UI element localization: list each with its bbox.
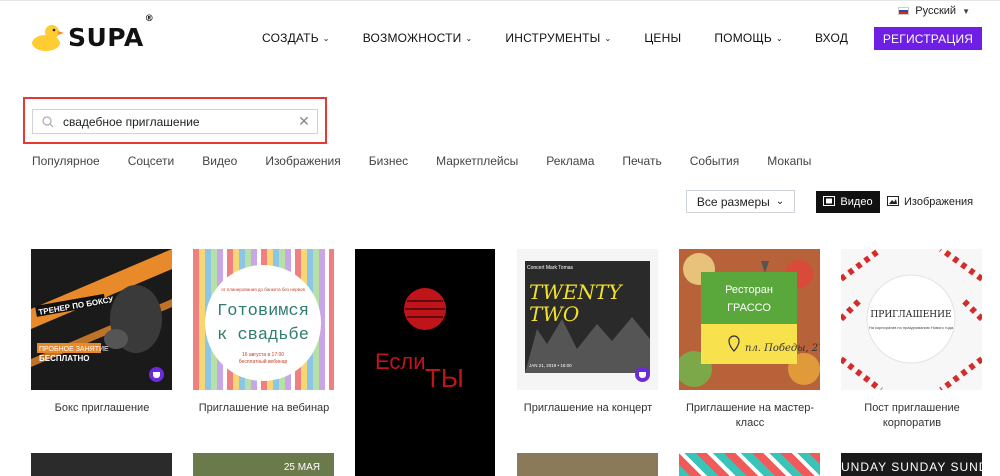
category-marketplaces[interactable]: Маркетплейсы xyxy=(436,154,518,168)
search-bar: ✕ xyxy=(32,109,318,134)
template-card-corporate[interactable]: ПРИГЛАШЕНИЕ На корпоратив по праздновани… xyxy=(841,249,982,390)
premium-badge-icon xyxy=(149,367,164,382)
webinar-date: 16 августа в 17:00 xyxy=(242,352,284,358)
concert-line1: TWENTY xyxy=(529,280,623,304)
film-icon xyxy=(823,195,836,209)
partial-card-text: 25 МАЯ xyxy=(283,462,320,473)
card-title[interactable]: Пост приглашение корпоратив xyxy=(837,401,987,431)
corporate-line2: На корпоратив по празднованию Нового год… xyxy=(869,325,954,330)
card-title[interactable]: Бокс приглашение xyxy=(27,401,177,416)
language-selector[interactable]: Русский ▼ xyxy=(898,5,970,17)
template-card-masterclass[interactable]: Ресторан ГРАССО пл. Победы, 27 xyxy=(679,249,820,390)
template-card-partial[interactable]: 25 МАЯ xyxy=(193,453,334,476)
chevron-down-icon: ⌄ xyxy=(322,33,330,43)
search-input[interactable] xyxy=(63,110,291,133)
corporate-line1: ПРИГЛАШЕНИЕ xyxy=(870,310,951,320)
webinar-line2: к свадьбе xyxy=(217,326,309,345)
boxing-line2: ПРОБНОЕ ЗАНЯТИЕ xyxy=(39,346,109,353)
video-filter-label: Видео xyxy=(840,196,873,208)
top-divider xyxy=(0,0,1000,1)
images-filter-button[interactable]: Изображения xyxy=(887,191,973,213)
restaurant-artwork: Ресторан ГРАССО пл. Победы, 27 xyxy=(679,249,820,390)
card-title[interactable]: Приглашение на мастер-класс xyxy=(675,401,825,431)
template-card-boxing[interactable]: ТРЕНЕР ПО БОКСУ ПРОБНОЕ ЗАНЯТИЕ БЕСПЛАТН… xyxy=(31,249,172,390)
category-social[interactable]: Соцсети xyxy=(128,154,175,168)
concert-line2: TWO xyxy=(529,302,579,326)
language-label: Русский xyxy=(915,5,957,17)
sizes-label: Все размеры xyxy=(696,194,770,209)
video-filter-button[interactable]: Видео xyxy=(816,191,880,213)
template-card-partial[interactable]: UNDAY SUNDAY SUNDAY S xyxy=(841,453,982,476)
category-print[interactable]: Печать xyxy=(622,154,661,168)
category-tabs: Популярное Соцсети Видео Изображения Биз… xyxy=(32,154,839,168)
russia-flag-icon xyxy=(898,7,910,15)
nav-create[interactable]: СОЗДАТЬ ⌄ xyxy=(262,31,330,45)
images-filter-label: Изображения xyxy=(904,196,974,208)
category-images[interactable]: Изображения xyxy=(265,154,340,168)
nav-tools[interactable]: ИНСТРУМЕНТЫ ⌄ xyxy=(505,31,611,45)
register-button[interactable]: РЕГИСТРАЦИЯ xyxy=(874,27,982,50)
logo[interactable]: SUPA® xyxy=(30,13,155,52)
category-popular[interactable]: Популярное xyxy=(32,154,100,168)
webinar-artwork: от планирования до банкета без нервов Го… xyxy=(205,265,321,381)
duck-logo-icon xyxy=(32,25,64,51)
webinar-free: бесплатный вебинар xyxy=(239,358,288,365)
clear-search-icon[interactable]: ✕ xyxy=(291,113,317,130)
chevron-down-icon: ⌄ xyxy=(604,33,612,43)
template-card-webinar[interactable]: от планирования до банкета без нервов Го… xyxy=(193,249,334,390)
video-word2: ТЫ xyxy=(425,363,464,393)
nav-prices[interactable]: ЦЕНЫ xyxy=(644,31,681,45)
category-events[interactable]: События xyxy=(690,154,740,168)
category-video[interactable]: Видео xyxy=(202,154,237,168)
webinar-line1: Готовимся xyxy=(217,302,309,321)
restaurant-line1: Ресторан xyxy=(725,284,773,296)
webinar-top: от планирования до банкета без нервов xyxy=(221,287,305,292)
template-card-concert[interactable]: Concert Mark Tomas TWENTY TWO JAN 21, 20… xyxy=(517,249,658,390)
template-card-partial[interactable] xyxy=(517,453,658,476)
restaurant-line2: ГРАССО xyxy=(727,302,771,314)
template-card-partial[interactable] xyxy=(679,453,820,476)
partial-card-text: UNDAY SUNDAY SUNDAY S xyxy=(841,460,982,474)
image-icon xyxy=(887,195,899,209)
premium-badge-icon xyxy=(635,367,650,382)
login-link[interactable]: ВХОД xyxy=(815,31,848,45)
category-business[interactable]: Бизнес xyxy=(369,154,408,168)
restaurant-line3: пл. Победы, 27 xyxy=(745,343,820,354)
search-icon xyxy=(33,115,63,128)
card-title[interactable]: Приглашение на концерт xyxy=(513,401,663,416)
main-nav: СОЗДАТЬ ⌄ ВОЗМОЖНОСТИ ⌄ ИНСТРУМЕНТЫ ⌄ ЦЕНЫ … xyxy=(262,31,816,45)
video-artwork: Если ТЫ xyxy=(355,249,495,476)
template-card-partial[interactable] xyxy=(31,453,172,476)
template-card-video[interactable]: Если ТЫ xyxy=(355,249,495,476)
video-word1: Если xyxy=(375,349,426,374)
chevron-down-icon: ▼ xyxy=(962,6,970,16)
nav-help[interactable]: ПОМОЩЬ ⌄ xyxy=(714,31,783,45)
concert-top: Concert Mark Tomas xyxy=(527,265,574,271)
card-title[interactable]: Приглашение на вебинар xyxy=(189,401,339,416)
chevron-down-icon: ⌄ xyxy=(465,33,473,43)
nav-features[interactable]: ВОЗМОЖНОСТИ ⌄ xyxy=(363,31,473,45)
chevron-down-icon: ⌄ xyxy=(775,196,785,207)
logo-text: SUPA® xyxy=(68,13,155,52)
category-ads[interactable]: Реклама xyxy=(546,154,594,168)
concert-date: JAN 21, 2019 • 16:00 xyxy=(529,363,572,368)
boxing-line3: БЕСПЛАТНО xyxy=(39,354,90,363)
chevron-down-icon: ⌄ xyxy=(775,33,783,43)
corporate-artwork: ПРИГЛАШЕНИЕ На корпоратив по праздновани… xyxy=(841,249,982,390)
sizes-dropdown[interactable]: Все размеры ⌄ xyxy=(686,190,795,213)
category-mockups[interactable]: Мокапы xyxy=(767,154,811,168)
